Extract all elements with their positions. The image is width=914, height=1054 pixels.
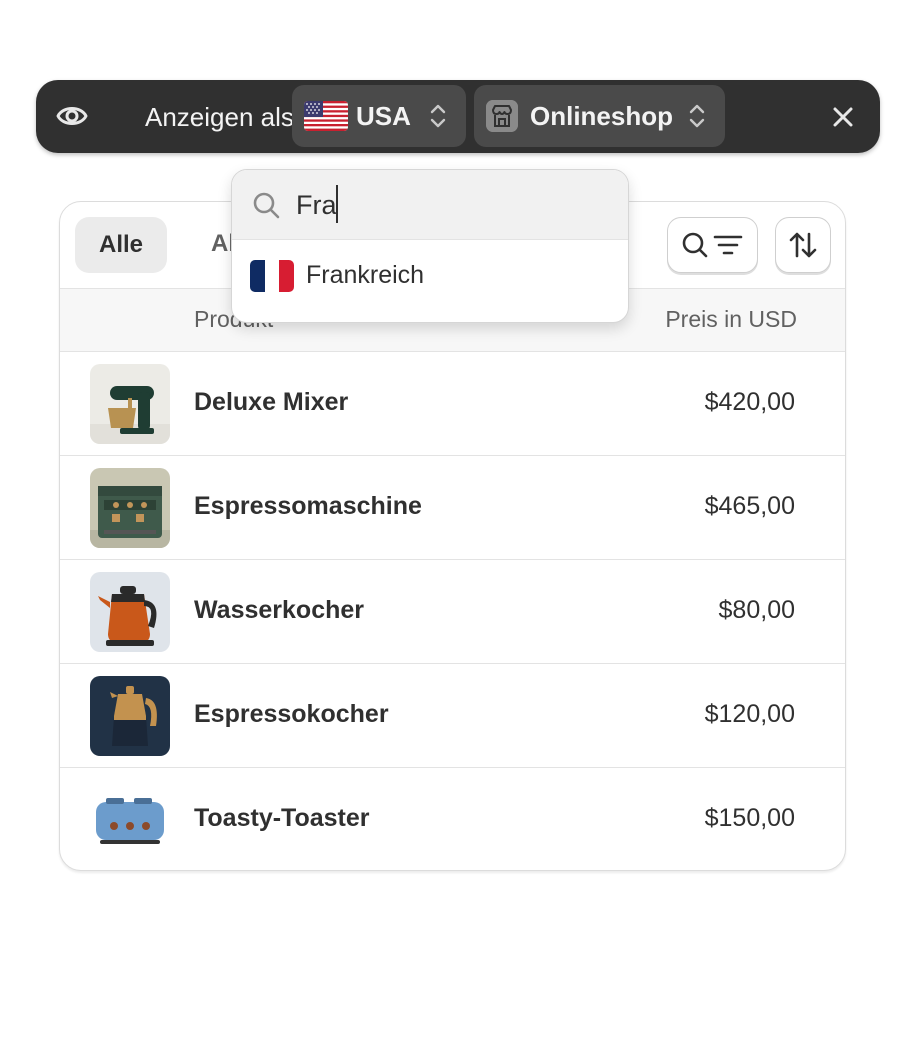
product-name: Toasty-Toaster	[194, 804, 370, 832]
country-search-popover: Frankreich	[231, 169, 629, 323]
page: Anzeigen als USA Onlineshop Alle Al Prod…	[0, 0, 914, 1054]
product-price: $150,00	[704, 804, 795, 832]
table-row[interactable]: Espressomaschine $465,00	[60, 456, 845, 560]
text-caret	[336, 185, 338, 223]
table-row[interactable]: Toasty-Toaster $150,00	[60, 768, 845, 870]
chevron-up-down-icon	[689, 104, 705, 128]
chevron-up-down-icon	[430, 104, 446, 128]
product-name: Espressokocher	[194, 700, 389, 728]
search-filter-button[interactable]	[667, 217, 758, 273]
country-label: USA	[356, 101, 411, 131]
view-as-label: Anzeigen als	[145, 102, 294, 132]
table-row[interactable]: Espressokocher $120,00	[60, 664, 845, 768]
table-row[interactable]: Wasserkocher $80,00	[60, 560, 845, 664]
product-price: $465,00	[704, 492, 795, 520]
search-icon	[253, 192, 280, 219]
product-price: $80,00	[718, 596, 795, 624]
product-name: Espressomaschine	[194, 492, 422, 520]
column-header-price[interactable]: Preis in USD	[665, 306, 797, 333]
country-search-input[interactable]	[296, 184, 596, 226]
country-selector[interactable]: USA	[292, 85, 466, 147]
product-name: Wasserkocher	[194, 596, 364, 624]
country-option-label: Frankreich	[306, 261, 425, 289]
close-icon[interactable]	[830, 104, 856, 130]
store-icon	[486, 100, 518, 132]
kettle-image	[90, 572, 170, 652]
product-price: $120,00	[704, 700, 795, 728]
tab-all[interactable]: Alle	[75, 217, 167, 273]
eye-icon	[56, 107, 88, 125]
channel-selector[interactable]: Onlineshop	[474, 85, 725, 147]
search-filter-icon	[682, 232, 742, 258]
table-row[interactable]: Deluxe Mixer $420,00	[60, 352, 845, 456]
espresso-machine-image	[90, 468, 170, 548]
sort-button[interactable]	[775, 217, 831, 273]
toaster-image	[90, 780, 170, 860]
sort-arrows-icon	[789, 232, 817, 258]
flag-usa-icon	[304, 101, 348, 131]
moka-pot-image	[90, 676, 170, 756]
channel-label: Onlineshop	[530, 101, 673, 131]
mixer-image	[90, 364, 170, 444]
view-as-bar: Anzeigen als USA Onlineshop	[36, 80, 880, 153]
flag-france-icon	[250, 260, 294, 292]
country-option-france[interactable]: Frankreich	[232, 242, 628, 312]
product-name: Deluxe Mixer	[194, 388, 349, 416]
country-search-box	[232, 170, 628, 240]
product-price: $420,00	[704, 388, 795, 416]
